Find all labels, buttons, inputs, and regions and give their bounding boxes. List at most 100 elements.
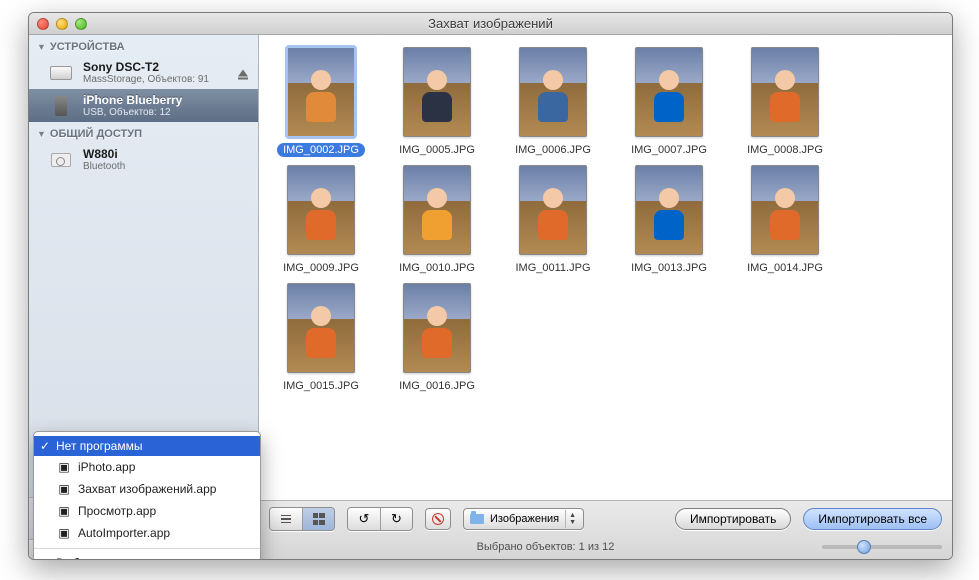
titlebar: Захват изображений bbox=[29, 13, 952, 35]
menu-item[interactable]: ▣ Просмотр.app bbox=[34, 500, 260, 522]
status-row: Выбрано объектов: 1 из 12 bbox=[259, 537, 952, 559]
thumbnail[interactable]: IMG_0011.JPG bbox=[499, 165, 607, 275]
menu-item-label: Нет программы bbox=[56, 439, 142, 453]
thumbnail[interactable]: IMG_0014.JPG bbox=[731, 165, 839, 275]
rotate-segment: ↺ ↻ bbox=[347, 507, 413, 531]
import-all-button[interactable]: Импортировать все bbox=[803, 508, 942, 530]
window-title: Захват изображений bbox=[29, 16, 952, 31]
drive-icon bbox=[50, 66, 72, 80]
menu-item-label: AutoImporter.app bbox=[78, 526, 170, 540]
rotate-cw-button[interactable]: ↻ bbox=[380, 508, 412, 530]
phone-icon bbox=[55, 96, 67, 116]
device-name: W880i bbox=[83, 147, 125, 161]
menu-choose-program[interactable]: Выбрать программу… bbox=[34, 553, 260, 560]
thumbnail[interactable]: IMG_0008.JPG bbox=[731, 47, 839, 157]
thumbnail-filename: IMG_0010.JPG bbox=[393, 261, 481, 275]
menu-item[interactable]: ✓ Нет программы bbox=[34, 436, 260, 456]
menu-separator bbox=[34, 548, 260, 549]
app-icon: ▣ bbox=[56, 481, 72, 497]
main: IMG_0002.JPG IMG_0005.JPG IMG_0006.JPG IMG_… bbox=[259, 35, 952, 559]
thumbnail-filename: IMG_0015.JPG bbox=[277, 379, 365, 393]
device-name: Sony DSC-T2 bbox=[83, 60, 209, 74]
device-name: iPhone Blueberry bbox=[83, 93, 182, 107]
rotate-ccw-icon: ↺ bbox=[359, 511, 370, 527]
menu-item-label: iPhoto.app bbox=[78, 460, 135, 474]
thumbnail[interactable]: IMG_0016.JPG bbox=[383, 283, 491, 393]
thumbnail-filename: IMG_0007.JPG bbox=[625, 143, 713, 157]
menu-item[interactable]: ▣ Захват изображений.app bbox=[34, 478, 260, 500]
shared-header-label: ОБЩИЙ ДОСТУП bbox=[50, 128, 142, 140]
thumbnail[interactable]: IMG_0002.JPG bbox=[267, 47, 375, 157]
thumbnail-image bbox=[635, 165, 703, 255]
device-item[interactable]: Sony DSC-T2MassStorage, Объектов: 91 bbox=[29, 56, 258, 89]
thumbnail-grid[interactable]: IMG_0002.JPG IMG_0005.JPG IMG_0006.JPG IMG_… bbox=[259, 35, 952, 500]
import-button[interactable]: Импортировать bbox=[675, 508, 791, 530]
thumbnail-filename: IMG_0006.JPG bbox=[509, 143, 597, 157]
device-item[interactable]: iPhone BlueberryUSB, Объектов: 12 bbox=[29, 89, 258, 122]
view-mode-segment bbox=[269, 507, 335, 531]
thumbnail-image bbox=[403, 165, 471, 255]
thumbnail[interactable]: IMG_0013.JPG bbox=[615, 165, 723, 275]
thumbnail-filename: IMG_0002.JPG bbox=[277, 143, 365, 157]
thumbnail-filename: IMG_0014.JPG bbox=[741, 261, 829, 275]
thumbnail-image bbox=[403, 283, 471, 373]
footer: ↺ ↻ Изображения ▲▼ Импортировать Импорти… bbox=[259, 500, 952, 559]
thumbnail-filename: IMG_0013.JPG bbox=[625, 261, 713, 275]
thumbnail[interactable]: IMG_0005.JPG bbox=[383, 47, 491, 157]
folder-icon bbox=[470, 514, 484, 524]
thumbnail-size-slider[interactable] bbox=[822, 545, 942, 549]
thumbnail-image bbox=[403, 47, 471, 137]
thumbnail[interactable]: IMG_0009.JPG bbox=[267, 165, 375, 275]
thumbnail-image bbox=[287, 165, 355, 255]
grid-icon bbox=[313, 513, 325, 525]
shared-header[interactable]: ▼ ОБЩИЙ ДОСТУП bbox=[29, 122, 258, 143]
thumbnail-image bbox=[287, 283, 355, 373]
thumbnail-image bbox=[519, 165, 587, 255]
thumbnail[interactable]: IMG_0007.JPG bbox=[615, 47, 723, 157]
disclosure-icon: ▼ bbox=[37, 42, 46, 52]
prohibit-icon bbox=[432, 513, 444, 525]
slider-knob[interactable] bbox=[857, 540, 871, 554]
thumbnail-image bbox=[751, 47, 819, 137]
check-icon: ✓ bbox=[40, 439, 50, 453]
thumbnail-image bbox=[519, 47, 587, 137]
thumbnail-filename: IMG_0016.JPG bbox=[393, 379, 481, 393]
thumbnail-filename: IMG_0009.JPG bbox=[277, 261, 365, 275]
menu-item-label: Выбрать программу… bbox=[56, 556, 180, 560]
disclosure-icon: ▼ bbox=[37, 129, 46, 139]
open-with-menu[interactable]: ✓ Нет программы ▣ iPhoto.app ▣ Захват изображ… bbox=[33, 431, 261, 560]
shared-item[interactable]: W880iBluetooth bbox=[29, 143, 258, 176]
device-sub: MassStorage, Объектов: 91 bbox=[83, 74, 209, 85]
app-icon: ▣ bbox=[56, 459, 72, 475]
devices-header-label: УСТРОЙСТВА bbox=[50, 41, 125, 53]
app-icon: ▣ bbox=[56, 525, 72, 541]
menu-item-label: Захват изображений.app bbox=[78, 482, 216, 496]
device-sub: Bluetooth bbox=[83, 161, 125, 172]
popup-arrows-icon: ▲▼ bbox=[565, 510, 579, 528]
thumbnail-image bbox=[287, 47, 355, 137]
thumbnail[interactable]: IMG_0015.JPG bbox=[267, 283, 375, 393]
menu-item-label: Просмотр.app bbox=[78, 504, 156, 518]
delete-button[interactable] bbox=[425, 508, 451, 530]
menu-item[interactable]: ▣ iPhoto.app bbox=[34, 456, 260, 478]
thumbnail-filename: IMG_0005.JPG bbox=[393, 143, 481, 157]
app-window: Захват изображений ▼ УСТРОЙСТВА Sony DSC… bbox=[28, 12, 953, 560]
destination-label: Изображения bbox=[490, 513, 559, 525]
devices-header[interactable]: ▼ УСТРОЙСТВА bbox=[29, 35, 258, 56]
rotate-cw-icon: ↻ bbox=[391, 511, 402, 527]
destination-popup[interactable]: Изображения ▲▼ bbox=[463, 508, 584, 530]
status-text: Выбрано объектов: 1 из 12 bbox=[269, 541, 822, 553]
thumbnail[interactable]: IMG_0006.JPG bbox=[499, 47, 607, 157]
thumbnail-image bbox=[635, 47, 703, 137]
thumbnail-filename: IMG_0008.JPG bbox=[741, 143, 829, 157]
menu-item[interactable]: ▣ AutoImporter.app bbox=[34, 522, 260, 544]
eject-icon[interactable] bbox=[238, 69, 248, 76]
app-icon: ▣ bbox=[56, 503, 72, 519]
list-view-button[interactable] bbox=[270, 508, 302, 530]
rotate-ccw-button[interactable]: ↺ bbox=[348, 508, 380, 530]
grid-view-button[interactable] bbox=[302, 508, 334, 530]
thumbnail-image bbox=[751, 165, 819, 255]
toolbar: ↺ ↻ Изображения ▲▼ Импортировать Импорти… bbox=[259, 501, 952, 537]
device-sub: USB, Объектов: 12 bbox=[83, 107, 182, 118]
thumbnail[interactable]: IMG_0010.JPG bbox=[383, 165, 491, 275]
